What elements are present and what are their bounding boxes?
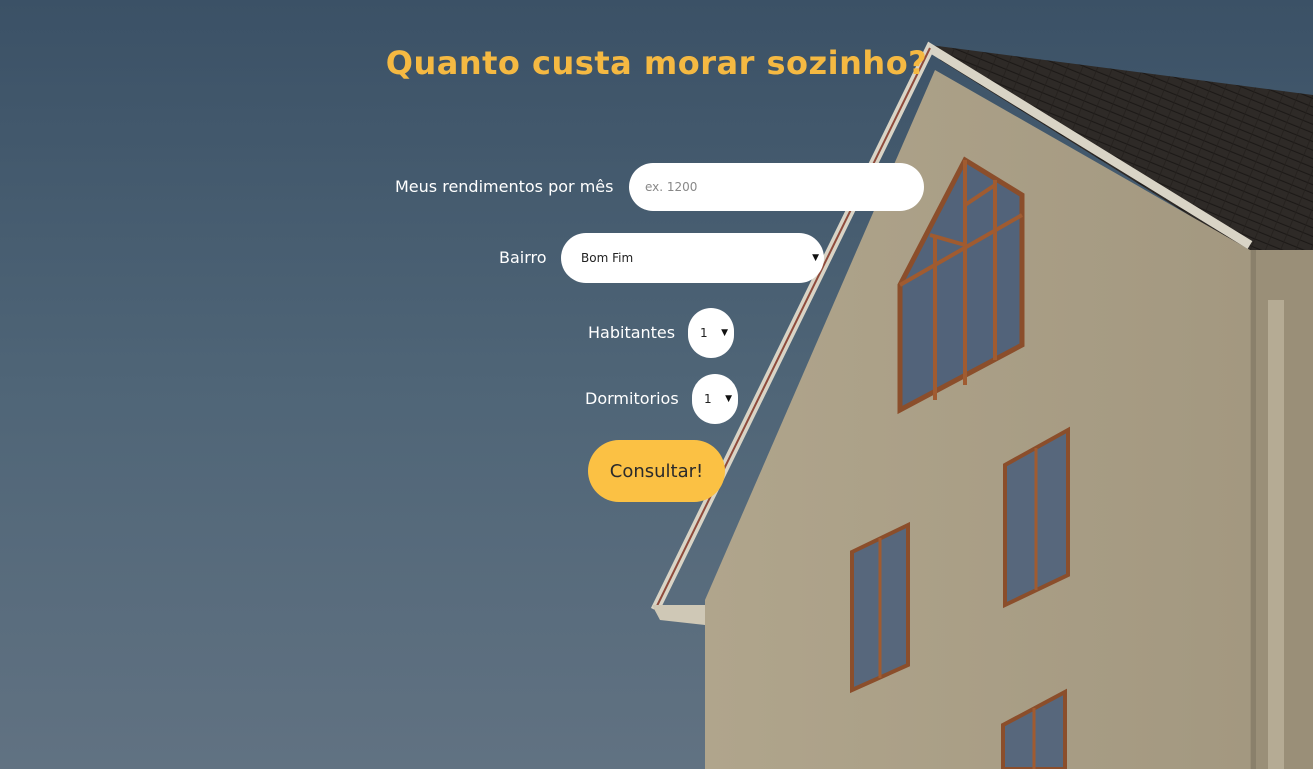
consult-button[interactable]: Consultar! [588,440,725,502]
background-house-image [0,0,1313,769]
inhabitants-label: Habitantes [588,323,676,342]
chevron-down-icon: ▼ [725,394,732,404]
inhabitants-select[interactable]: 1 ▼ [688,308,734,358]
chevron-down-icon: ▼ [721,328,728,338]
bedrooms-selected-value: 1 [704,392,712,406]
neighborhood-label: Bairro [499,248,547,267]
inhabitants-selected-value: 1 [700,326,708,340]
income-label: Meus rendimentos por mês [395,177,614,196]
neighborhood-selected-value: Bom Fim [581,251,634,265]
chevron-down-icon: ▼ [812,253,819,263]
neighborhood-select[interactable]: Bom Fim ▼ [561,233,824,283]
bedrooms-label: Dormitorios [585,389,679,408]
page-title: Quanto custa morar sozinho? [385,44,928,82]
bedrooms-select[interactable]: 1 ▼ [692,374,738,424]
income-input[interactable] [629,163,924,211]
